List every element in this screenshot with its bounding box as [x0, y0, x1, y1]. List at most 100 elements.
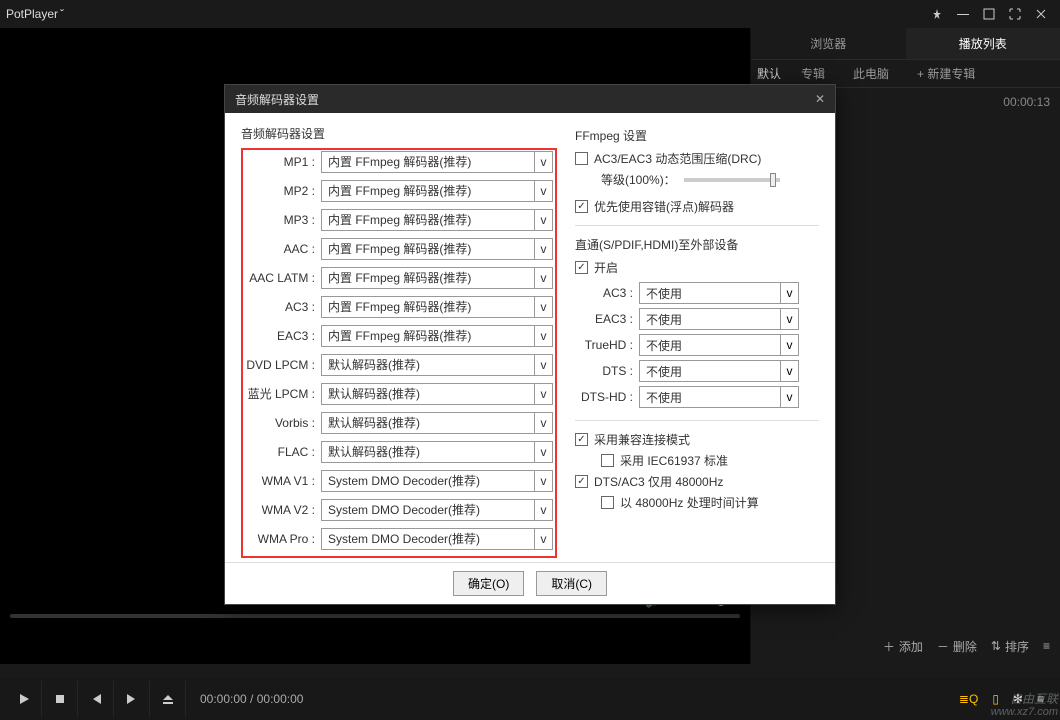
decoder-value: 内置 FFmpeg 解码器(推荐) — [322, 327, 534, 344]
decoder-select[interactable]: 默认解码器(推荐)v — [321, 412, 553, 434]
dialog-footer: 确定(O) 取消(C) — [225, 562, 835, 604]
passthrough-select[interactable]: 不使用v — [639, 360, 799, 382]
decoder-label: WMA V1 : — [245, 474, 321, 488]
delete-button[interactable]: －删除 — [937, 638, 977, 655]
decoder-row: FLAC :默认解码器(推荐)v — [245, 440, 553, 463]
decoder-select[interactable]: 默认解码器(推荐)v — [321, 441, 553, 463]
decoder-value: 内置 FFmpeg 解码器(推荐) — [322, 240, 534, 257]
passthrough-select[interactable]: 不使用v — [639, 386, 799, 408]
passthrough-enable-checkbox[interactable]: 开启 — [575, 259, 819, 276]
chevron-down-icon: v — [534, 181, 552, 201]
eject-button[interactable] — [150, 681, 186, 717]
fullscreen-icon[interactable] — [1002, 4, 1028, 24]
chevron-down-icon: v — [534, 297, 552, 317]
passthrough-label: DTS-HD : — [575, 390, 639, 404]
bookmark-icon[interactable]: ▯ — [992, 692, 999, 706]
passthrough-row: DTS :不使用v — [575, 358, 819, 384]
passthrough-section-title: 直通(S/PDIF,HDMI)至外部设备 — [575, 236, 819, 253]
chevron-down-icon: v — [534, 384, 552, 404]
decoder-select[interactable]: 内置 FFmpeg 解码器(推荐)v — [321, 296, 553, 318]
list-icon[interactable]: ≡ — [1043, 639, 1050, 653]
drc-checkbox[interactable]: AC3/EAC3 动态范围压缩(DRC) — [575, 150, 819, 167]
decoder-row: WMA Pro :System DMO Decoder(推荐)v — [245, 527, 553, 550]
tab-thispc[interactable]: 此电脑 — [839, 60, 903, 87]
chevron-down-icon: v — [534, 268, 552, 288]
chevron-down-icon: v — [780, 309, 798, 329]
decoder-select[interactable]: 默认解码器(推荐)v — [321, 354, 553, 376]
progress-bar[interactable] — [0, 610, 750, 622]
decoder-value: System DMO Decoder(推荐) — [322, 472, 534, 489]
iec-checkbox[interactable]: 采用 IEC61937 标准 — [575, 452, 819, 469]
next-button[interactable] — [114, 681, 150, 717]
tab-browser[interactable]: 浏览器 — [751, 28, 906, 59]
passthrough-select[interactable]: 不使用v — [639, 334, 799, 356]
decoder-select[interactable]: System DMO Decoder(推荐)v — [321, 470, 553, 492]
decoder-select[interactable]: 内置 FFmpeg 解码器(推荐)v — [321, 151, 553, 173]
player-controls: 00:00:00 / 00:00:00 ≣Q ▯ ✻ ≡ — [0, 678, 1060, 720]
tab-album[interactable]: 专辑 — [787, 60, 839, 87]
decoder-select[interactable]: 内置 FFmpeg 解码器(推荐)v — [321, 325, 553, 347]
decoder-label: Vorbis : — [245, 416, 321, 430]
decoder-row: AAC :内置 FFmpeg 解码器(推荐)v — [245, 237, 553, 260]
decoder-label: AC3 : — [245, 300, 321, 314]
compat-mode-checkbox[interactable]: 采用兼容连接模式 — [575, 431, 819, 448]
decoder-row: AC3 :内置 FFmpeg 解码器(推荐)v — [245, 295, 553, 318]
float-decoder-checkbox[interactable]: 优先使用容错(浮点)解码器 — [575, 198, 819, 215]
side-footer: ＋添加 －删除 ⇅排序 ≡ — [751, 628, 1060, 664]
decoder-label: 蓝光 LPCM : — [245, 385, 321, 402]
decoder-value: System DMO Decoder(推荐) — [322, 530, 534, 547]
decoder-row: MP3 :内置 FFmpeg 解码器(推荐)v — [245, 208, 553, 231]
drc-level-slider[interactable]: 等级(100%)： — [575, 171, 819, 188]
ok-button[interactable]: 确定(O) — [453, 571, 524, 596]
passthrough-label: AC3 : — [575, 286, 639, 300]
app-menu[interactable]: PotPlayer ˇ — [6, 7, 64, 21]
decoder-select[interactable]: 内置 FFmpeg 解码器(推荐)v — [321, 180, 553, 202]
cancel-button[interactable]: 取消(C) — [536, 571, 607, 596]
passthrough-select[interactable]: 不使用v — [639, 308, 799, 330]
tab-playlist[interactable]: 播放列表 — [906, 28, 1060, 59]
chevron-down-icon: v — [534, 413, 552, 433]
chevron-down-icon: v — [780, 361, 798, 381]
decoder-label: EAC3 : — [245, 329, 321, 343]
play-button[interactable] — [6, 681, 42, 717]
add-button[interactable]: ＋添加 — [883, 638, 923, 655]
decoder-row: WMA V1 :System DMO Decoder(推荐)v — [245, 469, 553, 492]
time-display: 00:00:00 / 00:00:00 — [186, 692, 317, 706]
decoder-select[interactable]: 默认解码器(推荐)v — [321, 383, 553, 405]
chevron-down-icon: v — [534, 355, 552, 375]
chevron-down-icon: v — [534, 471, 552, 491]
decoder-select[interactable]: System DMO Decoder(推荐)v — [321, 499, 553, 521]
playlist-item-duration: 00:00:13 — [1003, 95, 1050, 109]
plus-icon: ＋ — [883, 638, 895, 655]
minimize-icon[interactable] — [950, 4, 976, 24]
dialog-close-icon[interactable]: ✕ — [815, 92, 825, 106]
menu-icon[interactable]: ≡ — [1037, 692, 1044, 706]
decoder-row: MP1 :内置 FFmpeg 解码器(推荐)v — [245, 150, 553, 173]
dialog-titlebar[interactable]: 音频解码器设置 ✕ — [225, 85, 835, 113]
time48-checkbox[interactable]: 以 48000Hz 处理时间计算 — [575, 494, 819, 511]
decoder-select[interactable]: System DMO Decoder(推荐)v — [321, 528, 553, 550]
close-icon[interactable] — [1028, 4, 1054, 24]
pin-icon[interactable] — [924, 4, 950, 24]
decoder-select[interactable]: 内置 FFmpeg 解码器(推荐)v — [321, 238, 553, 260]
chevron-down-icon: v — [534, 326, 552, 346]
passthrough-label: DTS : — [575, 364, 639, 378]
decoder-select[interactable]: 内置 FFmpeg 解码器(推荐)v — [321, 267, 553, 289]
decoder-value: 内置 FFmpeg 解码器(推荐) — [322, 182, 534, 199]
passthrough-label: TrueHD : — [575, 338, 639, 352]
chevron-down-icon: ˇ — [60, 7, 64, 21]
dtsac3-48k-checkbox[interactable]: DTS/AC3 仅用 48000Hz — [575, 473, 819, 490]
sort-button[interactable]: ⇅排序 — [991, 638, 1029, 655]
app-title: PotPlayer — [6, 7, 58, 21]
maximize-icon[interactable] — [976, 4, 1002, 24]
settings-icon[interactable]: ✻ — [1013, 692, 1023, 706]
title-bar: PotPlayer ˇ — [0, 0, 1060, 28]
prev-button[interactable] — [78, 681, 114, 717]
decoder-value: 默认解码器(推荐) — [322, 414, 534, 431]
stop-button[interactable] — [42, 681, 78, 717]
subtitles-icon[interactable]: ≣Q — [959, 692, 978, 706]
passthrough-select[interactable]: 不使用v — [639, 282, 799, 304]
tab-new-album[interactable]: + 新建专辑 — [903, 60, 989, 87]
decoder-select[interactable]: 内置 FFmpeg 解码器(推荐)v — [321, 209, 553, 231]
decoder-label: AAC LATM : — [245, 271, 321, 285]
